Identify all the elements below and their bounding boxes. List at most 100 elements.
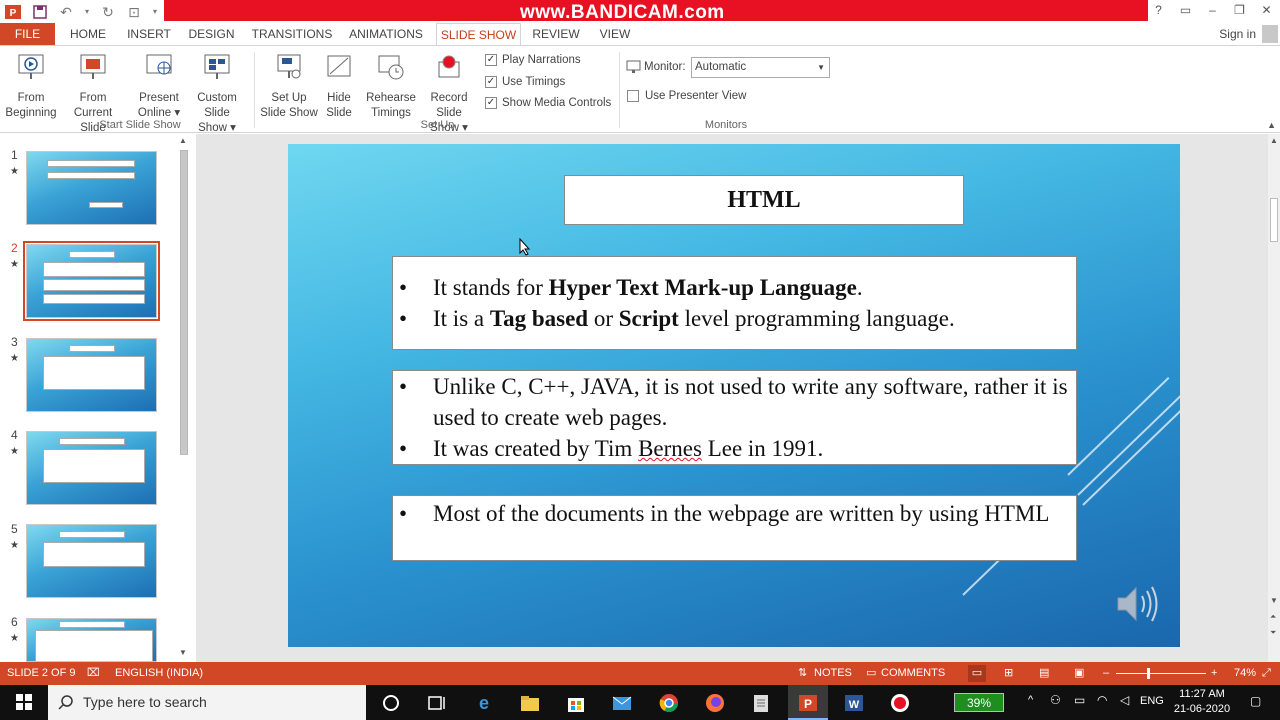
windows-start-icon[interactable]: [0, 685, 48, 720]
slide-thumbnail[interactable]: [26, 151, 157, 225]
show-media-controls-checkbox[interactable]: ✓ Show Media Controls: [485, 97, 611, 109]
use-timings-checkbox[interactable]: ✓ Use Timings: [485, 76, 565, 88]
save-icon[interactable]: [32, 4, 48, 20]
notes-button[interactable]: NOTES: [814, 662, 852, 685]
notepad-icon[interactable]: [750, 692, 772, 714]
volume-icon[interactable]: ◁: [1120, 693, 1129, 707]
zoom-slider-track[interactable]: [1116, 673, 1206, 674]
chrome-icon[interactable]: [658, 692, 680, 714]
fit-to-window-icon[interactable]: ⤢: [1262, 662, 1271, 685]
cortana-icon[interactable]: [380, 692, 402, 714]
slide-scrollbar[interactable]: ▲ ▼ ⏶ ⏷: [1268, 134, 1280, 662]
speaker-icon[interactable]: [1116, 584, 1162, 624]
tab-slide-show[interactable]: SLIDE SHOW: [436, 23, 521, 46]
hide-slide-label-2: Slide: [326, 107, 352, 119]
undo-dropdown-icon[interactable]: ▾: [84, 4, 90, 20]
sign-in-link[interactable]: Sign in: [1219, 23, 1256, 45]
play-narrations-checkbox[interactable]: ✓ Play Narrations: [485, 54, 581, 66]
tab-transitions[interactable]: TRANSITIONS: [250, 23, 334, 45]
bandicam-record-icon[interactable]: [889, 692, 911, 714]
people-icon[interactable]: ⚇: [1050, 693, 1061, 707]
rehearse-timings-icon: [378, 55, 404, 80]
scroll-up-icon[interactable]: ▲: [179, 136, 187, 145]
tab-design[interactable]: DESIGN: [183, 23, 240, 45]
tab-insert[interactable]: INSERT: [122, 23, 176, 45]
spell-check-icon[interactable]: ⌧: [87, 662, 100, 685]
network-icon[interactable]: ▭: [1074, 693, 1085, 707]
battery-indicator[interactable]: 39%: [954, 693, 1004, 712]
close-button[interactable]: ✕: [1253, 0, 1280, 21]
hide-slide-button[interactable]: Hide Slide: [320, 52, 358, 121]
zoom-in-icon[interactable]: +: [1211, 662, 1217, 685]
thumbnail-scrollbar[interactable]: ▲ ▼: [177, 136, 191, 660]
present-online-label-1: Present: [139, 92, 179, 104]
slide-thumbnail[interactable]: [26, 431, 157, 505]
slide-thumbnail-pane: 1 ★ 2 ★ 3 ★ 4 ★ 5 ★ 6 ★ ▲ ▼: [0, 134, 196, 662]
input-language[interactable]: ENG: [1140, 695, 1164, 707]
slideshow-view-icon[interactable]: ▣: [1074, 662, 1084, 685]
content-box-3[interactable]: Most of the documents in the webpage are…: [392, 495, 1077, 561]
current-slide[interactable]: HTML It stands for Hyper Text Mark-up La…: [288, 144, 1180, 647]
thumbnail-number: 6: [11, 615, 18, 629]
monitor-select[interactable]: Automatic ▼: [691, 57, 830, 78]
taskbar-search-box[interactable]: Type here to search: [48, 685, 366, 720]
language-indicator[interactable]: ENGLISH (INDIA): [115, 662, 203, 685]
slide-title[interactable]: HTML: [564, 175, 964, 225]
restore-button[interactable]: ❐: [1226, 0, 1253, 21]
file-explorer-icon[interactable]: [519, 692, 541, 714]
account-avatar[interactable]: [1262, 25, 1278, 43]
content-box-1[interactable]: It stands for Hyper Text Mark-up Languag…: [392, 256, 1077, 350]
help-button[interactable]: ?: [1145, 0, 1172, 21]
group-start-slide-show: Start Slide Show: [99, 119, 181, 131]
comments-icon: ▭: [866, 667, 877, 679]
system-clock[interactable]: 11:27 AM 21-06-2020: [1169, 687, 1235, 717]
comments-button[interactable]: COMMENTS: [881, 662, 945, 685]
setup-slide-show-button[interactable]: Set Up Slide Show: [260, 52, 318, 121]
start-from-beginning-icon[interactable]: ⊡: [126, 4, 142, 20]
scroll-down-icon[interactable]: ▼: [179, 648, 187, 657]
ribbon-display-button[interactable]: ▭: [1172, 0, 1199, 21]
from-beginning-button[interactable]: From Beginning: [3, 52, 59, 121]
tab-file[interactable]: FILE: [0, 23, 55, 45]
next-slide-icon[interactable]: ⏷: [1270, 628, 1276, 638]
normal-view-icon[interactable]: ▭: [968, 665, 986, 682]
previous-slide-icon[interactable]: ⏶: [1270, 612, 1276, 622]
tab-review[interactable]: REVIEW: [530, 23, 582, 45]
scroll-up-icon[interactable]: ▲: [1270, 136, 1278, 145]
repeat-icon[interactable]: ↻: [100, 4, 116, 20]
notification-center-icon[interactable]: ▢: [1250, 694, 1261, 708]
collapse-ribbon-icon[interactable]: ▲: [1267, 120, 1276, 130]
mail-icon[interactable]: [611, 692, 633, 714]
slide-sorter-icon[interactable]: ⊞: [1004, 662, 1013, 685]
slide-thumbnail-selected[interactable]: [23, 241, 160, 321]
tab-home[interactable]: HOME: [60, 23, 116, 45]
group-separator: [619, 52, 620, 128]
tab-view[interactable]: VIEW: [592, 23, 638, 45]
scroll-down-icon[interactable]: ▼: [1270, 596, 1278, 605]
zoom-level[interactable]: 74%: [1234, 662, 1256, 685]
undo-icon[interactable]: ↶: [58, 4, 74, 20]
tab-animations[interactable]: ANIMATIONS: [345, 23, 427, 45]
wifi-icon[interactable]: ◠: [1097, 693, 1107, 707]
minimize-button[interactable]: –: [1199, 0, 1226, 21]
scrollbar-thumb[interactable]: [180, 150, 188, 455]
rehearse-timings-button[interactable]: Rehearse Timings: [365, 52, 417, 121]
slide-thumbnail[interactable]: [26, 618, 157, 662]
zoom-out-icon[interactable]: –: [1103, 662, 1109, 685]
taskbar-active-app[interactable]: P: [788, 685, 828, 720]
word-taskbar-icon[interactable]: W: [843, 692, 865, 714]
slide-thumbnail[interactable]: [26, 524, 157, 598]
task-view-icon[interactable]: [426, 692, 448, 714]
scrollbar-thumb[interactable]: [1270, 198, 1278, 242]
store-icon[interactable]: [565, 692, 587, 714]
edge-browser-icon[interactable]: e: [473, 692, 495, 714]
firefox-icon[interactable]: [704, 692, 726, 714]
zoom-slider-thumb[interactable]: [1147, 668, 1150, 679]
customize-qat-icon[interactable]: ▾: [152, 4, 158, 20]
show-hidden-icons-icon[interactable]: ^: [1028, 694, 1033, 706]
present-online-button[interactable]: Present Online ▾: [136, 52, 182, 121]
reading-view-icon[interactable]: ▤: [1039, 662, 1049, 685]
slide-thumbnail[interactable]: [26, 338, 157, 412]
content-box-2[interactable]: Unlike C, C++, JAVA, it is not used to w…: [392, 370, 1077, 465]
use-presenter-view-checkbox[interactable]: Use Presenter View: [627, 90, 746, 102]
